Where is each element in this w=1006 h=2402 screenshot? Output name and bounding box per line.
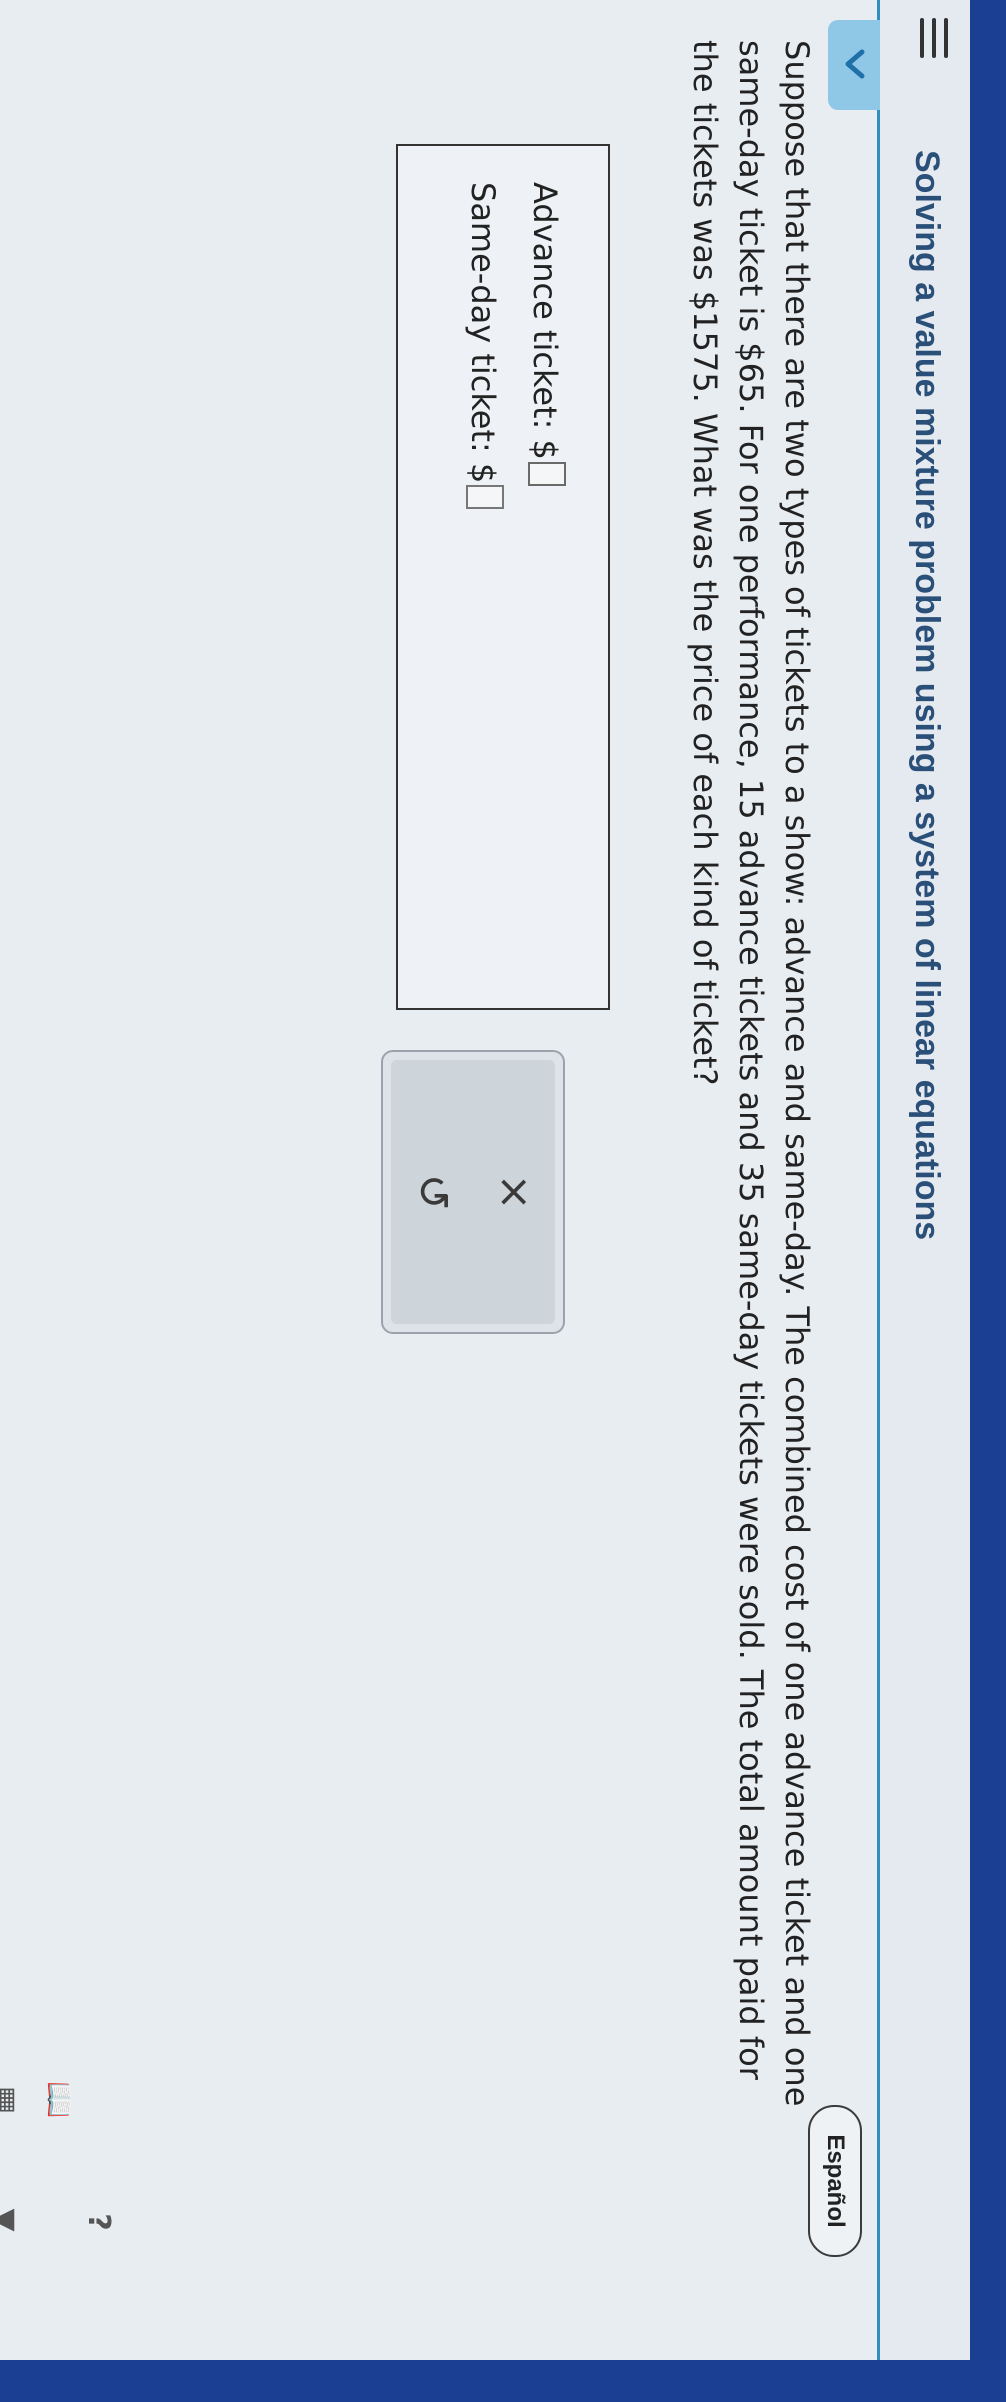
- calculator-icon[interactable]: ▦: [0, 2080, 24, 2120]
- book-icon[interactable]: 📖: [38, 2080, 78, 2120]
- advance-ticket-label: Advance ticket: $: [526, 182, 564, 460]
- taskbar-edge: [0, 2360, 970, 2402]
- undo-icon: ↺: [407, 1173, 458, 1211]
- bottom-toolbar: ? 📖 ▦ ▼ ⊞: [0, 2080, 120, 2360]
- advance-ticket-row: Advance ticket: $: [526, 182, 566, 486]
- close-icon: ×: [489, 1173, 540, 1211]
- help-icon[interactable]: ?: [78, 2202, 118, 2242]
- action-panel-inner: × ↺: [391, 1060, 555, 1324]
- clear-button[interactable]: ×: [473, 1060, 555, 1324]
- answer-box: Advance ticket: $ Same-day ticket: $: [396, 144, 610, 1010]
- sameday-ticket-input[interactable]: [466, 485, 504, 510]
- photo-stage: Solving a value mixture problem using a …: [0, 0, 1006, 2402]
- dropdown-icon[interactable]: ▼: [0, 2200, 24, 2240]
- advance-ticket-input[interactable]: [528, 461, 566, 486]
- page-title: Solving a value mixture problem using a …: [908, 150, 946, 1241]
- back-chevron-icon: [845, 49, 865, 79]
- action-panel: × ↺: [381, 1050, 565, 1334]
- undo-button[interactable]: ↺: [391, 1060, 473, 1324]
- sameday-ticket-label: Same-day ticket: $: [464, 182, 502, 484]
- app-screen: Solving a value mixture problem using a …: [0, 0, 970, 2402]
- top-bar: Solving a value mixture problem using a …: [877, 0, 970, 2360]
- language-button[interactable]: Español: [808, 2105, 862, 2257]
- sameday-ticket-row: Same-day ticket: $: [464, 182, 504, 510]
- back-button[interactable]: [828, 20, 880, 110]
- menu-icon[interactable]: [916, 18, 948, 58]
- question-text: Suppose that there are two types of tick…: [686, 40, 816, 2107]
